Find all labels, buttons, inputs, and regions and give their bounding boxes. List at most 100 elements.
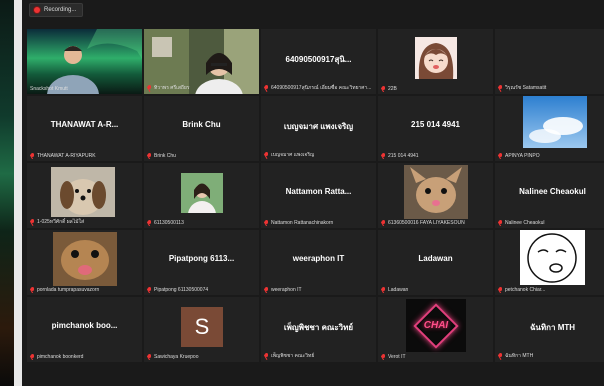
- participant-tile-19[interactable]: petchanok Chiar...: [495, 230, 604, 295]
- muted-mic-icon: [147, 85, 152, 91]
- participant-tile-5[interactable]: THANAWAT A-R... THANAWAT A-RIYAPURK: [27, 96, 142, 161]
- participant-tile-8[interactable]: 215 014 4941 215 014 4941: [378, 96, 493, 161]
- participant-name: 215 014 4941: [381, 153, 490, 159]
- muted-mic-icon: [30, 287, 35, 293]
- camera-video: [27, 29, 142, 94]
- participant-name: 61130500113: [147, 220, 256, 226]
- participant-tile-14[interactable]: Nalinee Cheaokul Nalinee Cheaokul: [495, 163, 604, 228]
- participant-name: 22B: [381, 86, 490, 92]
- participant-name: Brink Chu: [147, 153, 256, 159]
- participant-tile-20[interactable]: pimchanok boo... pimchanok boonkerd: [27, 297, 142, 362]
- muted-mic-icon: [30, 354, 35, 360]
- bottom-bar: [22, 372, 604, 386]
- participant-tile-23[interactable]: CHAI Verot IT: [378, 297, 493, 362]
- participant-tile-4[interactable]: วิรุณรัช Satamsatit: [495, 29, 604, 94]
- participant-tile-3[interactable]: 22B: [378, 29, 493, 94]
- meme-face-image: [520, 230, 585, 285]
- muted-mic-icon: [381, 153, 386, 159]
- background-window-edge: [0, 0, 14, 386]
- participant-display-name: Nattamon Ratta...: [285, 187, 352, 196]
- avatar-letter: S: [194, 314, 210, 339]
- muted-mic-icon: [381, 354, 386, 360]
- participant-tile-12[interactable]: Nattamon Ratta... Nattamon Rattanachinak…: [261, 163, 376, 228]
- muted-mic-icon: [30, 153, 35, 159]
- recording-indicator[interactable]: Recording...: [29, 3, 84, 17]
- letter-avatar: S: [181, 307, 223, 347]
- muted-mic-icon: [381, 287, 386, 293]
- participant-display-name: pimchanok boo...: [51, 321, 118, 330]
- participant-name: THANAWAT A-RIYAPURK: [30, 153, 139, 159]
- participant-name: ฉันทิกา MTH: [498, 352, 604, 360]
- muted-mic-icon: [147, 153, 152, 159]
- recording-label: Recording...: [44, 7, 77, 13]
- chai-logo-text: CHAI: [423, 320, 449, 331]
- participant-name: เบญจมาศ แพงเจริญ: [264, 151, 373, 159]
- participant-name: petchanok Chiar...: [498, 287, 604, 293]
- muted-mic-icon: [264, 220, 269, 226]
- dog-profile-image: [51, 167, 115, 217]
- participant-tile-17[interactable]: weeraphon IT weeraphon IT: [261, 230, 376, 295]
- participant-tile-24[interactable]: ฉันทิกา MTH ฉันทิกา MTH: [495, 297, 604, 362]
- participant-display-name: 64090500917สุนิ...: [285, 55, 352, 64]
- muted-mic-icon: [498, 85, 503, 91]
- muted-mic-icon: [264, 287, 269, 293]
- chai-logo-avatar: CHAI: [406, 299, 466, 352]
- participant-tile-21[interactable]: S Sawichaya Kruepoo: [144, 297, 259, 362]
- participant-name: Sawichaya Kruepoo: [147, 354, 256, 360]
- participant-tile-7[interactable]: เบญจมาศ แพงเจริญ เบญจมาศ แพงเจริญ: [261, 96, 376, 161]
- participant-name: Ladawan: [381, 287, 490, 293]
- participant-name: Pipatpong 61130500074: [147, 287, 256, 293]
- muted-mic-icon: [498, 353, 503, 359]
- participant-tile-13[interactable]: 61360500016 FAYA LIYAKESOUN: [378, 163, 493, 228]
- participant-display-name: THANAWAT A-R...: [50, 120, 119, 129]
- window-divider: [14, 0, 22, 386]
- participant-tile-0[interactable]: Snackshot Kmutt: [27, 29, 142, 94]
- participant-tile-9[interactable]: APINYA PINPO: [495, 96, 604, 161]
- participant-name: weeraphon IT: [264, 287, 373, 293]
- participant-gallery: Snackshot Kmutt ทิวาพร ศรีเสถียร 6409050…: [27, 29, 604, 364]
- participant-tile-15[interactable]: pornlada tumprapasuvazorn: [27, 230, 142, 295]
- participant-tile-16[interactable]: Pipatpong 6113... Pipatpong 61130500074: [144, 230, 259, 295]
- muted-mic-icon: [264, 85, 269, 91]
- participant-tile-6[interactable]: Brink Chu Brink Chu: [144, 96, 259, 161]
- participant-name: pornlada tumprapasuvazorn: [30, 287, 139, 293]
- funny-dog-profile-image: [53, 232, 117, 286]
- participant-display-name: Ladawan: [418, 254, 453, 263]
- participant-display-name: weeraphon IT: [292, 254, 345, 263]
- muted-mic-icon: [264, 152, 269, 158]
- participant-display-name: เบญจมาศ แพงเจริญ: [283, 122, 354, 131]
- participant-display-name: 215 014 4941: [411, 120, 460, 129]
- participant-tile-10[interactable]: 1-025ทวีศักดิ์ ผลไม้ใส่: [27, 163, 142, 228]
- participant-tile-11[interactable]: 61130500113: [144, 163, 259, 228]
- participant-name: Nalinee Cheaokul: [498, 220, 604, 226]
- participant-tile-2[interactable]: 64090500917สุนิ... 64090500917สุนิภรณ์ เ…: [261, 29, 376, 94]
- sky-profile-image: [523, 96, 587, 148]
- participant-name: Nattamon Rattanachinakorn: [264, 220, 373, 226]
- participant-display-name: เพ็ญพิชชา คณะวิทย์: [283, 323, 354, 332]
- participant-tile-1[interactable]: ทิวาพร ศรีเสถียร: [144, 29, 259, 94]
- muted-mic-icon: [381, 220, 386, 226]
- muted-mic-icon: [498, 153, 503, 159]
- participant-display-name: Brink Chu: [182, 120, 221, 129]
- participant-name: 61360500016 FAYA LIYAKESOUN: [381, 220, 490, 226]
- meeting-window: Recording... Snackshot Kmutt ทิวาพร ศรีเ…: [22, 0, 604, 386]
- participant-tile-22[interactable]: เพ็ญพิชชา คณะวิทย์ เพ็ญพิชชา คณะวิทย์: [261, 297, 376, 362]
- participant-name: pimchanok boonkerd: [30, 354, 139, 360]
- participant-name: APINYA PINPO: [498, 153, 604, 159]
- muted-mic-icon: [381, 86, 386, 92]
- muted-mic-icon: [147, 287, 152, 293]
- muted-mic-icon: [264, 353, 269, 359]
- participant-display-name: Nalinee Cheaokul: [519, 187, 586, 196]
- participant-name: Snackshot Kmutt: [30, 86, 68, 92]
- participant-name: วิรุณรัช Satamsatit: [498, 84, 604, 92]
- participant-tile-18[interactable]: Ladawan Ladawan: [378, 230, 493, 295]
- muted-mic-icon: [147, 354, 152, 360]
- muted-mic-icon: [147, 220, 152, 226]
- participant-name: 1-025ทวีศักดิ์ ผลไม้ใส่: [30, 218, 139, 226]
- participant-name: 64090500917สุนิภรณ์ เอี่ยมซื่อ คณะวิทยาศ…: [264, 84, 373, 92]
- anime-avatar-image: [415, 37, 457, 79]
- participant-name: Verot IT: [381, 354, 490, 360]
- participant-name: เพ็ญพิชชา คณะวิทย์: [264, 352, 373, 360]
- profile-photo: [181, 173, 223, 213]
- record-dot-icon: [34, 7, 40, 13]
